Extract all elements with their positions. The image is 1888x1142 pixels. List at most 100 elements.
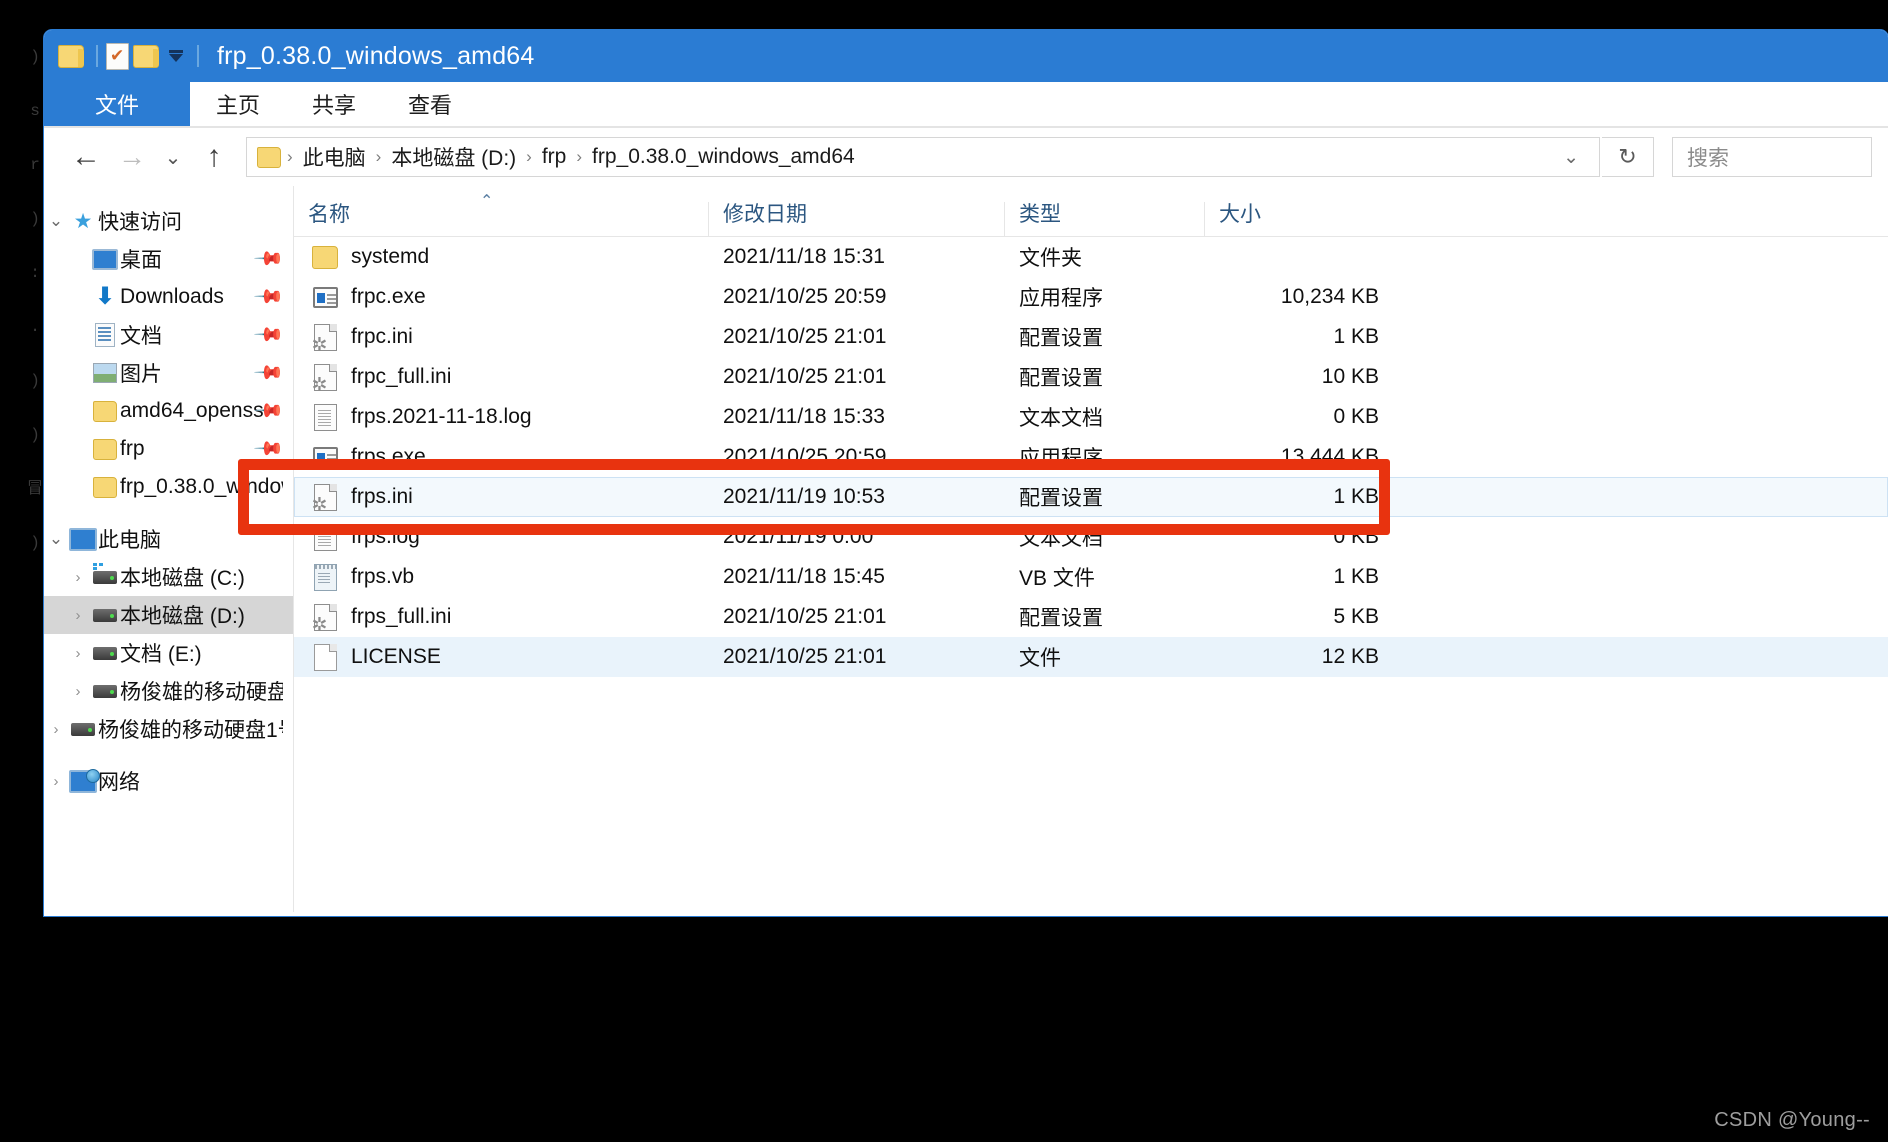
sidebar-item-label: 杨俊雄的移动硬盘1号 [98,719,283,742]
sidebar-item-external-drive-2[interactable]: › 杨俊雄的移动硬盘1号 [44,710,293,748]
sidebar-item-downloads[interactable]: ⬇ Downloads 📌 [44,278,293,316]
file-type: 应用程序 [1019,447,1103,470]
file-size: 10 KB [1321,365,1379,388]
chevron-right-icon[interactable]: › [44,773,68,790]
forward-button[interactable]: → [110,135,154,179]
sidebar-item-label: 文档 (E:) [120,643,202,666]
file-date: 2021/10/25 20:59 [723,445,887,468]
chevron-right-icon[interactable]: › [66,607,90,624]
file-name: frps_full.ini [351,605,452,628]
folder-icon [309,245,341,269]
table-row[interactable]: frpc.ini 2021/10/25 21:01 配置设置 1 KB [294,317,1888,357]
sidebar-item-documents[interactable]: 文档 📌 [44,316,293,354]
recent-locations-button[interactable]: ⌄ [156,135,190,179]
folder-icon[interactable] [58,44,84,68]
back-button[interactable]: ← [64,135,108,179]
refresh-icon[interactable]: ↻ [1602,137,1654,177]
file-type: 配置设置 [1019,367,1103,390]
chevron-right-icon[interactable]: › [66,569,90,586]
sidebar-group-quick-access[interactable]: ⌄ ★ 快速访问 [44,202,293,240]
file-type: 文本文档 [1019,527,1103,550]
table-row[interactable]: frps.exe 2021/10/25 20:59 应用程序 13,444 KB [294,437,1888,477]
column-header-name[interactable]: 名称 ⌃ [294,193,708,236]
column-header-date[interactable]: 修改日期 [708,202,1004,236]
column-header-size[interactable]: 大小 [1204,202,1394,236]
sidebar-item-desktop[interactable]: 桌面 📌 [44,240,293,278]
folder-icon [90,438,120,460]
log-icon [309,403,341,431]
tab-view[interactable]: 查看 [382,82,478,126]
breadcrumb-item-current[interactable]: frp_0.38.0_windows_amd64 [584,145,863,169]
ini-icon [309,603,341,635]
column-header-name-label: 名称 [308,203,350,226]
table-row[interactable]: frps.vb 2021/11/18 15:45 VB 文件 1 KB [294,557,1888,597]
chevron-down-icon[interactable]: ⌄ [1549,146,1593,169]
up-button[interactable]: ↑ [192,135,236,179]
system-drive-icon [90,562,120,584]
table-row[interactable]: frps.2021-11-18.log 2021/11/18 15:33 文本文… [294,397,1888,437]
properties-icon[interactable] [106,42,129,70]
file-name: LICENSE [351,645,441,668]
sidebar-item-drive-d[interactable]: › 本地磁盘 (D:) [44,596,293,634]
network-icon [68,768,100,793]
sidebar-item-external-drive-1[interactable]: › 杨俊雄的移动硬盘1 [44,672,293,710]
chevron-right-icon[interactable]: › [44,721,68,738]
new-folder-icon[interactable] [133,44,159,68]
tab-file[interactable]: 文件 [44,82,190,126]
file-type: 配置设置 [1019,327,1103,350]
tab-share[interactable]: 共享 [286,82,382,126]
sidebar-item-drive-c[interactable]: › 本地磁盘 (C:) [44,558,293,596]
breadcrumb-item-frp[interactable]: frp [534,145,575,169]
desktop-icon [90,248,120,270]
chevron-down-icon[interactable]: ⌄ [44,529,68,549]
sidebar-item-frp-windows[interactable]: frp_0.38.0_window [44,468,293,506]
file-list-pane: 名称 ⌃ 修改日期 类型 大小 systemd 2021/11/18 15:31… [238,186,1888,912]
table-row[interactable]: frpc_full.ini 2021/10/25 21:01 配置设置 10 K… [294,357,1888,397]
table-row[interactable]: frps.log 2021/11/19 0:00 文本文档 0 KB [294,517,1888,557]
sidebar-item-pictures[interactable]: 图片 📌 [44,354,293,392]
breadcrumb-item-this-pc[interactable]: 此电脑 [295,142,374,172]
pictures-icon [90,363,120,383]
file-explorer-window: frp_0.38.0_windows_amd64 文件 主页 共享 查看 ← →… [44,30,1888,916]
chevron-right-icon[interactable]: › [66,645,90,662]
pin-icon[interactable]: 📌 [252,356,286,390]
customize-caret-icon[interactable] [169,50,183,62]
file-name: frpc.exe [351,285,426,308]
pin-icon[interactable]: 📌 [252,280,286,314]
table-row-license[interactable]: LICENSE 2021/10/25 21:01 文件 12 KB [294,637,1888,677]
pin-icon[interactable]: 📌 [252,242,286,276]
sidebar-group-this-pc[interactable]: ⌄ 此电脑 [44,520,293,558]
file-date: 2021/10/25 21:01 [723,645,887,668]
sidebar-item-frp[interactable]: frp 📌 [44,430,293,468]
table-row[interactable]: systemd 2021/11/18 15:31 文件夹 [294,237,1888,277]
file-size: 1 KB [1333,485,1379,508]
table-row-frps-ini[interactable]: frps.ini 2021/11/19 10:53 配置设置 1 KB [294,477,1888,517]
breadcrumb-item-drive-d[interactable]: 本地磁盘 (D:) [383,142,524,172]
file-type: 文件夹 [1019,247,1082,270]
file-type: 文件 [1019,647,1061,670]
file-size: 5 KB [1333,605,1379,628]
search-input[interactable]: 搜索 [1672,137,1872,177]
tab-home[interactable]: 主页 [190,82,286,126]
sidebar-item-amd64-openssl[interactable]: amd64_openss 📌 [44,392,293,430]
breadcrumb[interactable]: › 此电脑 › 本地磁盘 (D:) › frp › frp_0.38.0_win… [246,137,1600,177]
toolbar-divider [96,45,98,67]
breadcrumb-separator-1: › [375,147,382,166]
column-header-type[interactable]: 类型 [1004,202,1204,236]
file-date: 2021/11/18 15:33 [723,405,885,428]
file-size: 1 KB [1333,325,1379,348]
pin-icon[interactable]: 📌 [252,432,286,466]
table-row[interactable]: frpc.exe 2021/10/25 20:59 应用程序 10,234 KB [294,277,1888,317]
chevron-down-icon[interactable]: ⌄ [44,211,68,231]
chevron-right-icon[interactable]: › [66,683,90,700]
file-size: 12 KB [1321,645,1379,668]
sidebar-item-label: frp_0.38.0_window [120,475,283,498]
table-row[interactable]: frps_full.ini 2021/10/25 21:01 配置设置 5 KB [294,597,1888,637]
file-date: 2021/11/18 15:31 [723,245,885,268]
pin-icon[interactable]: 📌 [252,318,286,352]
ini-icon [309,483,341,515]
ini-icon [309,363,341,395]
sidebar-item-network[interactable]: › 网络 [44,762,293,800]
file-date: 2021/11/19 0:00 [723,525,874,548]
sidebar-item-drive-e[interactable]: › 文档 (E:) [44,634,293,672]
